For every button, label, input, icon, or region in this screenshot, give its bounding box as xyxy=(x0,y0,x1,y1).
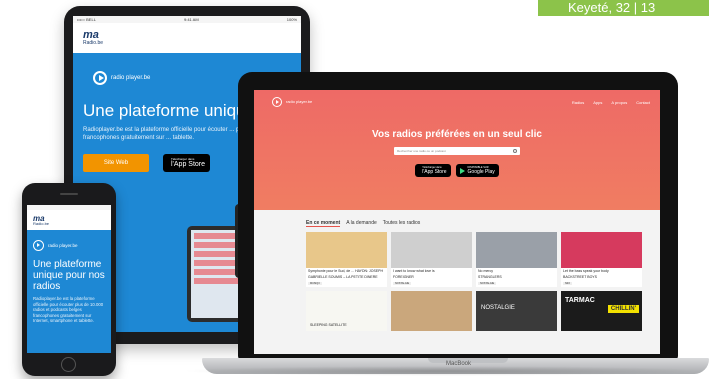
card-item[interactable]: No mercy STRANGLERS NOSTALGIE xyxy=(476,232,557,287)
card-caption: TARMAC xyxy=(565,297,595,304)
card-item[interactable] xyxy=(391,291,472,331)
laptop-screen: radio player.be Radios Apps A propos Con… xyxy=(254,90,660,354)
card-image xyxy=(391,291,472,331)
ma-radio-logo[interactable]: ma Radio.be xyxy=(83,28,119,48)
card-subcaption: CHILLIN' xyxy=(607,305,639,313)
card-item[interactable]: SLEEPING SATELLITE xyxy=(306,291,387,331)
card-image xyxy=(306,232,387,268)
radioplayer-nav-logo[interactable]: radio player.be xyxy=(272,97,312,107)
logo-ma-text: ma xyxy=(83,29,99,41)
store-badges: Télécharger dans l'App Store DISPONIBLE … xyxy=(254,164,660,177)
nav-links: Radios Apps A propos Contact xyxy=(572,100,650,105)
tablet-status-bar: ••••○ BELL 9:41 AM 100% xyxy=(73,16,301,23)
card-subcaption: GABRIELLE SOUMIS – LA PETITE DINERE xyxy=(308,275,378,279)
corner-tag: Keyeté, 32 | 13 xyxy=(538,0,709,16)
tab-en-ce-moment[interactable]: En ce moment xyxy=(306,220,341,227)
play-circle-icon xyxy=(93,71,107,85)
play-circle-icon xyxy=(272,97,282,107)
search-icon[interactable] xyxy=(513,149,517,153)
card-caption: SLEEPING SATELLITE xyxy=(310,323,347,327)
card-grid: Symphonie pour le Sud, de ... HAYDN: JOS… xyxy=(306,232,652,331)
content-section: En ce moment A la demande Toutes les rad… xyxy=(254,210,660,354)
phone-paragraph: Radioplayer.be est la plateforme officie… xyxy=(33,296,104,323)
search-placeholder: Rechercher une radio ou un podcast xyxy=(397,149,446,153)
home-button[interactable] xyxy=(61,357,76,372)
hero-title: Vos radios préférées en un seul clic xyxy=(372,129,542,140)
nav-link-apps[interactable]: Apps xyxy=(593,100,602,105)
logo-radio-text: Radio.be xyxy=(83,40,104,46)
card-caption: NOSTALGIE xyxy=(481,305,515,311)
nav-link-contact[interactable]: Contact xyxy=(636,100,650,105)
phone-screen: ma Radio.be radio player.be Une platefor… xyxy=(27,205,111,353)
google-play-badge[interactable]: DISPONIBLE SUR Google Play xyxy=(455,164,499,177)
card-image xyxy=(561,232,642,268)
card-station-tag: NOSTALGIE xyxy=(478,282,497,285)
search-input[interactable]: Rechercher une radio ou un podcast xyxy=(394,147,520,155)
content-tabs: En ce moment A la demande Toutes les rad… xyxy=(306,220,652,227)
google-play-icon xyxy=(459,167,465,174)
logo-radio-text: Radio.be xyxy=(33,220,50,226)
site-web-button[interactable]: Site Web xyxy=(83,154,149,172)
app-store-big-text: l'App Store xyxy=(422,169,447,175)
app-store-badge[interactable]: Télécharger dans l'App Store xyxy=(163,154,211,172)
phone-headline: Une plateforme unique pour nos radios xyxy=(33,259,105,292)
card-image xyxy=(391,232,472,268)
radioplayer-logo: radio player.be xyxy=(33,240,105,251)
radioplayer-logo-text: radio player.be xyxy=(111,75,151,81)
card-image xyxy=(476,232,557,268)
card-subcaption: FOREIGNER xyxy=(393,275,414,279)
nav-link-a-propos[interactable]: A propos xyxy=(611,100,627,105)
card-station-tag: NRJ xyxy=(563,282,572,285)
phone-device: ma Radio.be radio player.be Une platefor… xyxy=(22,183,116,376)
top-navigation: radio player.be Radios Apps A propos Con… xyxy=(254,90,660,107)
card-item[interactable]: TARMAC CHILLIN' xyxy=(561,291,642,331)
card-item[interactable]: NOSTALGIE xyxy=(476,291,557,331)
card-item[interactable]: I want to know what love is FOREIGNER NO… xyxy=(391,232,472,287)
hero-section: radio player.be Radios Apps A propos Con… xyxy=(254,90,660,210)
product-mockup-image: Keyeté, 32 | 13 ••••○ BELL 9:41 AM 100% … xyxy=(0,0,709,379)
card-subcaption: BACKSTREET BOYS xyxy=(563,275,597,279)
play-circle-icon xyxy=(33,240,44,251)
tab-toutes-les-radios[interactable]: Toutes les radios xyxy=(383,220,421,227)
card-subcaption: STRANGLERS xyxy=(478,275,502,279)
time-text: 9:41 AM xyxy=(184,17,199,22)
phone-speaker xyxy=(60,193,78,195)
carrier-text: ••••○ BELL xyxy=(77,17,96,22)
battery-text: 100% xyxy=(286,17,297,22)
phone-body: radio player.be Une plateforme unique po… xyxy=(27,230,111,330)
card-image xyxy=(476,291,557,331)
tab-a-la-demande[interactable]: A la demande xyxy=(346,220,377,227)
phone-header: ma Radio.be xyxy=(27,210,111,230)
google-play-big-text: Google Play xyxy=(467,169,495,175)
ma-radio-logo[interactable]: ma Radio.be xyxy=(33,213,61,227)
app-store-big-text: l'App Store xyxy=(171,161,206,168)
radioplayer-logo-text: radio player.be xyxy=(48,243,78,248)
tablet-header: ma Radio.be xyxy=(73,23,301,53)
floor-shadow xyxy=(180,366,709,376)
card-station-tag: NOSTALGIE xyxy=(393,282,412,285)
laptop-device: radio player.be Radios Apps A propos Con… xyxy=(238,72,678,360)
card-item[interactable]: Symphonie pour le Sud, de ... HAYDN: JOS… xyxy=(306,232,387,287)
nav-link-radios[interactable]: Radios xyxy=(572,100,584,105)
nav-logo-text: radio player.be xyxy=(286,99,313,104)
app-store-badge[interactable]: Télécharger dans l'App Store xyxy=(415,164,451,177)
card-station-tag: MUSIQ3 xyxy=(308,282,322,285)
card-item[interactable]: Let the bass speak your body BACKSTREET … xyxy=(561,232,642,287)
